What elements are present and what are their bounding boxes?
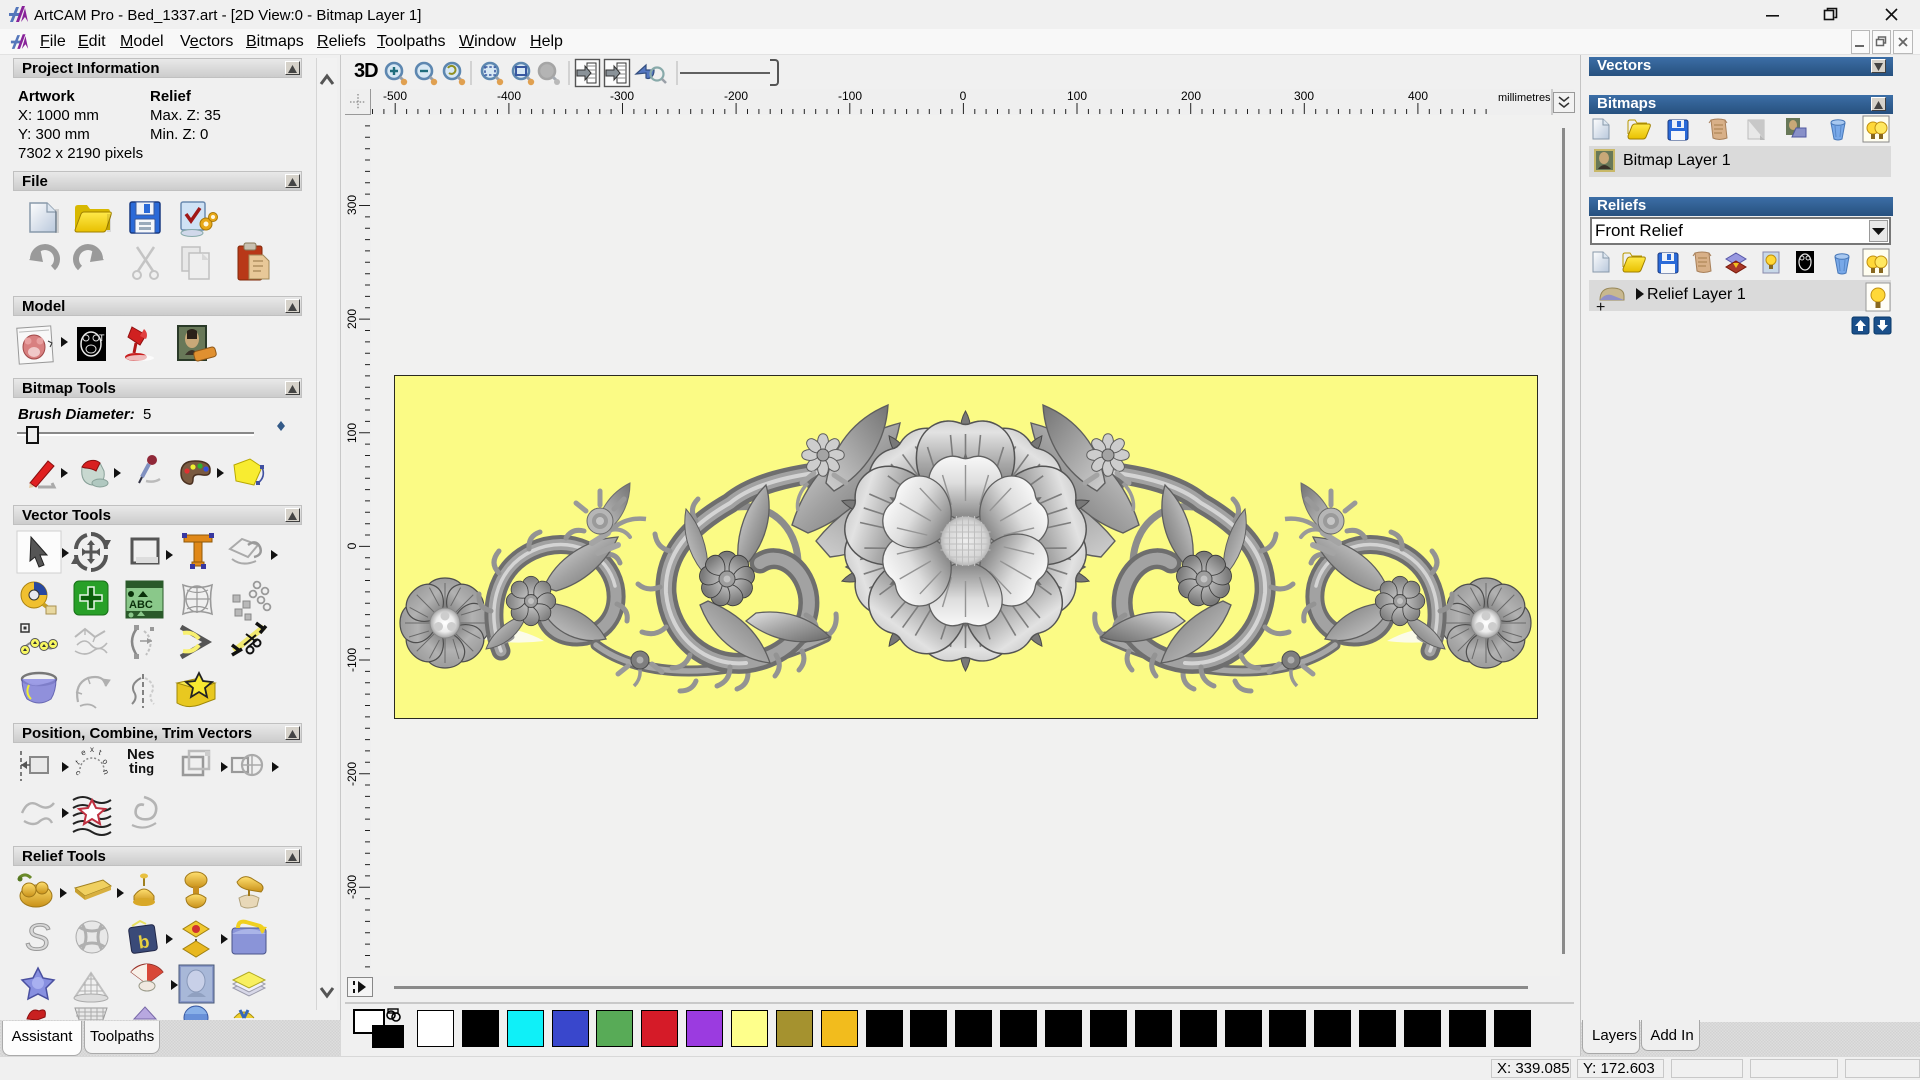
svg-text:+: + — [1596, 299, 1605, 316]
svg-text:t: t — [97, 748, 103, 757]
svg-text:300: 300 — [1294, 89, 1314, 103]
svg-text:-100: -100 — [838, 89, 862, 103]
svg-text:-300: -300 — [610, 89, 634, 103]
svg-text:0: 0 — [960, 89, 967, 103]
svg-text:200: 200 — [345, 309, 359, 329]
svg-text:200: 200 — [1181, 89, 1201, 103]
svg-text:n: n — [101, 768, 111, 775]
svg-text:ABC: ABC — [129, 599, 153, 611]
svg-text:-500: -500 — [383, 89, 407, 103]
svg-text:-300: -300 — [345, 875, 359, 899]
svg-text:T: T — [99, 333, 105, 343]
svg-text:400: 400 — [1408, 89, 1428, 103]
svg-text:100: 100 — [345, 423, 359, 443]
svg-text:0: 0 — [345, 542, 359, 549]
svg-text:-200: -200 — [345, 762, 359, 786]
svg-text:-200: -200 — [724, 89, 748, 103]
svg-text:t: t — [74, 758, 82, 767]
svg-text:-400: -400 — [497, 89, 521, 103]
svg-text:o: o — [100, 757, 110, 767]
svg-text:-100: -100 — [345, 648, 359, 672]
svg-text:ting: ting — [129, 760, 154, 777]
svg-text:millimetres: millimetres — [1498, 92, 1551, 104]
svg-text:300: 300 — [345, 195, 359, 215]
svg-text:c: c — [74, 768, 83, 777]
svg-text:x: x — [90, 745, 94, 754]
svg-text:S: S — [25, 917, 50, 959]
svg-text:100: 100 — [1067, 89, 1087, 103]
svg-text:e: e — [80, 747, 88, 757]
